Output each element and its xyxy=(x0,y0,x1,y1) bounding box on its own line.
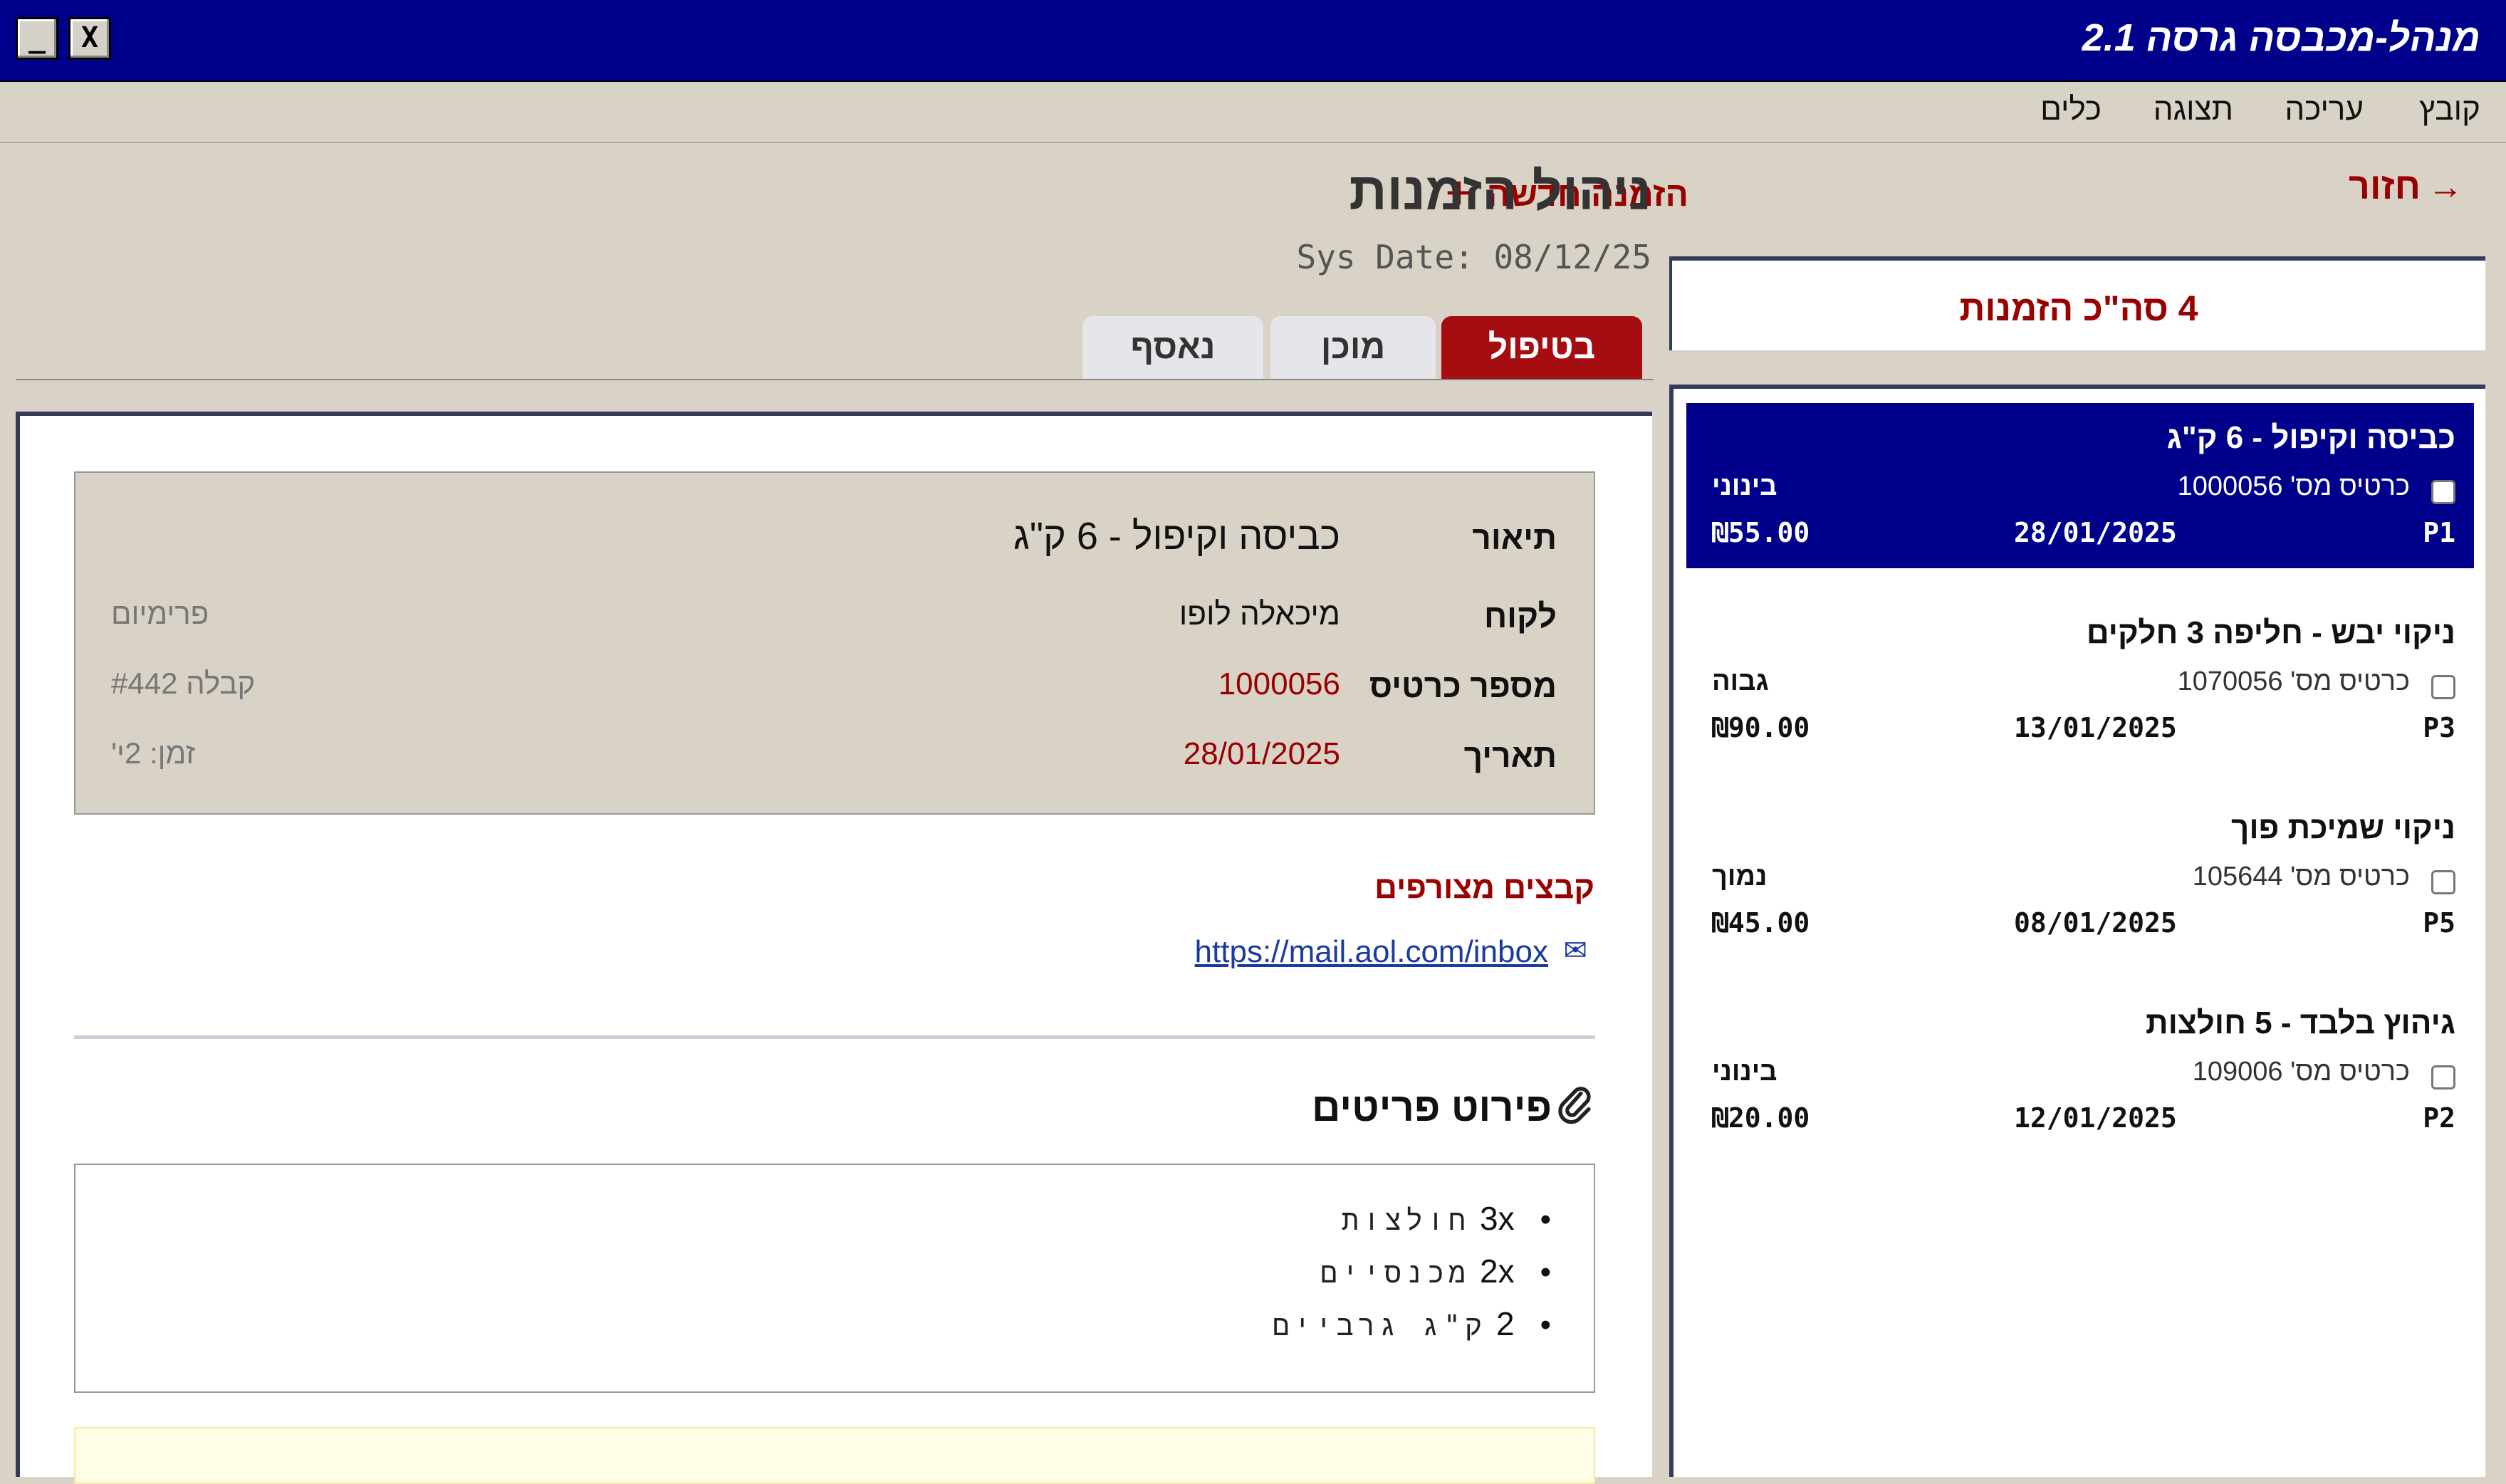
description-label: תיאור xyxy=(1472,519,1557,556)
receipt-number: קבלה #442 xyxy=(111,667,256,700)
menu-bar: קובץ עריכה תצוגה כלים xyxy=(0,82,2506,143)
back-button[interactable]: →חזור xyxy=(2349,165,2463,208)
description-value: כביסה וקיפול - 6 ק"ג xyxy=(1013,515,1340,558)
order-priority-code: P1 xyxy=(2423,517,2455,548)
item-name: ק"ג גרביים xyxy=(1272,1310,1486,1342)
total-orders-label: 4 סה"כ הזמנות xyxy=(1959,288,2198,328)
menu-view[interactable]: תצוגה xyxy=(2153,92,2233,127)
order-priority-code: P5 xyxy=(2423,907,2455,939)
attached-files-heading: קבצים מצורפים xyxy=(1374,870,1594,905)
tab-collected[interactable]: נאסף xyxy=(1082,316,1263,379)
order-price: ₪90.00 xyxy=(1712,712,1810,743)
list-item: • 2x מכנסיים xyxy=(1320,1252,1551,1292)
date-label: תאריך xyxy=(1463,737,1557,774)
order-priority: בינוני xyxy=(1712,471,1777,501)
bullet: • xyxy=(1540,1255,1551,1290)
menu-file[interactable]: קובץ xyxy=(2419,92,2480,127)
customer-tier: פרימיום xyxy=(111,597,209,630)
sys-date: Sys Date: 08/12/25 xyxy=(1296,238,1652,276)
order-card-number: כרטיס מס' 1070056 xyxy=(2177,667,2410,696)
order-checkbox[interactable] xyxy=(2431,480,2455,504)
order-price: ₪20.00 xyxy=(1712,1102,1810,1134)
paperclip-icon xyxy=(1558,1087,1591,1124)
page-title: ניהול הזמנות xyxy=(1349,162,1651,221)
items-heading: פירוט פריטים xyxy=(1312,1085,1552,1129)
back-label: חזור xyxy=(2348,166,2421,207)
list-item: • 3x חולצות xyxy=(1342,1199,1551,1239)
order-title: גיהוץ בלבד - 5 חולצות xyxy=(2146,1005,2455,1040)
order-date: 08/01/2025 xyxy=(2014,907,2177,939)
bullet: • xyxy=(1540,1307,1551,1342)
order-card-number: כרטיס מס' 109006 xyxy=(2192,1057,2410,1087)
order-date: 12/01/2025 xyxy=(2014,1102,2177,1134)
tab-ready[interactable]: מוכן xyxy=(1270,316,1436,379)
order-title: ניקוי יבש - חליפה 3 חלקים xyxy=(2086,615,2455,650)
order-price: ₪55.00 xyxy=(1712,517,1810,548)
total-orders-box: 4 סה"כ הזמנות xyxy=(1669,256,2485,350)
item-name: חולצות xyxy=(1341,1204,1470,1237)
order-title: ניקוי שמיכת פוך xyxy=(2230,810,2455,845)
order-priority: נמוך xyxy=(1712,862,1768,892)
card-number-label: מספר כרטיס xyxy=(1369,667,1557,704)
date-value: 28/01/2025 xyxy=(1183,736,1340,771)
customer-value: מיכאלה לופו xyxy=(1179,597,1340,632)
card-number-value: 1000056 xyxy=(1218,667,1340,701)
order-checkbox[interactable] xyxy=(2431,870,2455,894)
menu-tools[interactable]: כלים xyxy=(2040,92,2102,127)
envelope-icon: ✉ xyxy=(1563,935,1587,966)
list-item: • 2 ק"ג גרביים xyxy=(1273,1305,1551,1344)
order-date: 13/01/2025 xyxy=(2014,712,2177,743)
minimize-button[interactable]: _ xyxy=(16,17,58,60)
item-quantity: 2x xyxy=(1480,1253,1515,1290)
order-checkbox[interactable] xyxy=(2431,675,2455,699)
tab-in-progress[interactable]: בטיפול xyxy=(1441,316,1642,379)
order-priority-code: P3 xyxy=(2423,712,2455,743)
close-button[interactable]: X xyxy=(68,17,111,60)
order-checkbox[interactable] xyxy=(2431,1065,2455,1090)
order-card[interactable]: ניקוי שמיכת פוך כרטיס מס' 105644 נמוך P5… xyxy=(1686,793,2474,958)
attached-file-link[interactable]: https://mail.aol.com/inbox xyxy=(1195,934,1548,970)
order-priority-code: P2 xyxy=(2423,1102,2455,1134)
order-card[interactable]: ניקוי יבש - חליפה 3 חלקים כרטיס מס' 1070… xyxy=(1686,598,2474,763)
item-quantity: 3x xyxy=(1480,1200,1515,1237)
order-card-number: כרטיס מס' 1000056 xyxy=(2177,471,2410,501)
order-priority: בינוני xyxy=(1712,1057,1777,1087)
bullet: • xyxy=(1540,1202,1551,1237)
order-date: 28/01/2025 xyxy=(2014,517,2177,548)
customer-label: לקוח xyxy=(1483,597,1557,634)
notes-box xyxy=(74,1427,1595,1484)
section-divider xyxy=(74,1035,1595,1039)
order-card[interactable]: כביסה וקיפול - 6 ק"ג כרטיס מס' 1000056 ב… xyxy=(1686,403,2474,568)
tab-divider xyxy=(16,379,1654,380)
items-list-box: • 3x חולצות • 2x מכנסיים • 2 ק"ג גרביים xyxy=(74,1164,1595,1393)
arrow-right-icon: → xyxy=(2428,167,2463,207)
item-name: מכנסיים xyxy=(1320,1257,1470,1290)
order-priority: גבוה xyxy=(1712,667,1769,696)
window-title: מנהל-מכבסה גרסה 2.1 xyxy=(2082,16,2480,59)
order-card[interactable]: גיהוץ בלבד - 5 חולצות כרטיס מס' 109006 ב… xyxy=(1686,988,2474,1154)
title-bar: _ X מנהל-מכבסה גרסה 2.1 xyxy=(0,0,2506,82)
order-card-number: כרטיס מס' 105644 xyxy=(2192,862,2410,892)
order-title: כביסה וקיפול - 6 ק"ג xyxy=(2166,420,2455,455)
order-info-box: תיאור כביסה וקיפול - 6 ק"ג לקוח מיכאלה ל… xyxy=(74,471,1595,815)
item-quantity: 2 xyxy=(1496,1305,1515,1342)
menu-edit[interactable]: עריכה xyxy=(2285,92,2364,127)
order-price: ₪45.00 xyxy=(1712,907,1810,939)
time-estimate: זמן: 2י' xyxy=(111,736,196,770)
orders-list: כביסה וקיפול - 6 ק"ג כרטיס מס' 1000056 ב… xyxy=(1669,385,2485,1477)
